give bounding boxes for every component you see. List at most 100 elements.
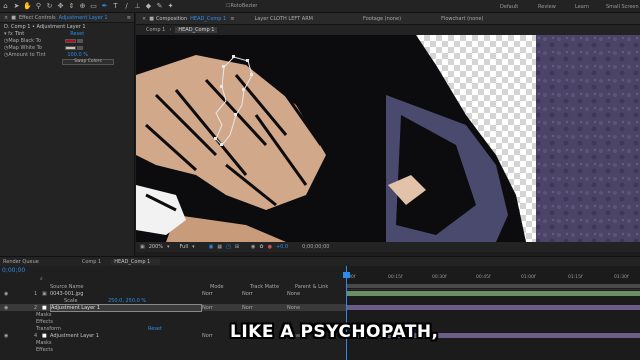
region-icon[interactable]: ▣ <box>209 244 214 250</box>
visibility-icon[interactable]: ◉ <box>4 305 34 311</box>
timeline-tracks[interactable]: 00f 00:15f 00:30f 00:45f 01:00f 01:15f 0… <box>343 266 640 360</box>
menu-icon[interactable]: ≡ <box>127 15 134 21</box>
zoom-tool-icon[interactable]: ⚲ <box>33 1 44 12</box>
workspace-default[interactable]: Default <box>500 4 518 10</box>
menu-icon[interactable]: ≡ <box>230 16 234 22</box>
puppet-tool-icon[interactable]: ✦ <box>165 1 176 12</box>
type-tool-icon[interactable]: T <box>110 1 121 12</box>
amount-value[interactable]: 100.0 % <box>67 52 88 58</box>
footage-tab[interactable]: Footage (none) <box>363 16 401 22</box>
channel-icon[interactable]: ✿ <box>259 244 263 250</box>
roto-brush-icon[interactable]: ✎ <box>154 1 165 12</box>
work-area-bar[interactable] <box>346 284 640 288</box>
lock-icon[interactable]: ■ <box>149 16 156 22</box>
layer-row-selected[interactable]: ◉ 2 ■ Adjustment Layer 1 Norr Norr None <box>0 303 346 312</box>
property-masks[interactable]: Masks <box>36 340 51 346</box>
exposure-value[interactable]: +0.0 <box>276 244 288 250</box>
property-effects[interactable]: Effects <box>36 347 53 353</box>
always-preview-icon[interactable]: ▣ <box>140 244 145 250</box>
dolly-tool-icon[interactable]: ⇕ <box>66 1 77 12</box>
viewer-timecode[interactable]: 0;00;00;00 <box>302 244 329 250</box>
reset-link[interactable]: Reset <box>70 31 84 37</box>
property-row[interactable]: Effects <box>0 346 346 353</box>
col-mode[interactable]: Mode <box>210 284 250 290</box>
parent-dropdown[interactable]: None <box>287 291 300 297</box>
mode-dropdown[interactable]: Norr <box>202 305 242 311</box>
grid-icon[interactable]: ⊞ <box>235 244 239 250</box>
eyedropper-icon[interactable] <box>77 38 84 43</box>
col-parent[interactable]: Parent & Link <box>295 284 328 290</box>
transparency-icon[interactable]: ▦ <box>217 244 222 250</box>
zoom-dropdown[interactable]: 200% <box>149 244 163 250</box>
camera-icon[interactable]: ◉ <box>251 244 255 250</box>
effect-controls-layer[interactable]: Adjustment Layer 1 <box>59 15 108 21</box>
col-source-name[interactable]: Source Name <box>50 284 210 290</box>
visibility-icon[interactable]: ◉ <box>4 291 34 297</box>
layer-tab[interactable]: Layer CLOTH LEFT ARM <box>254 16 313 22</box>
breadcrumb-comp1[interactable]: Comp 1 <box>146 27 165 33</box>
property-transform[interactable]: Transform <box>36 326 148 332</box>
flowchart-tab[interactable]: Flowchart (none) <box>441 16 483 22</box>
selection-tool-icon[interactable]: ➤ <box>11 1 22 12</box>
col-track-matte[interactable]: Track Matte <box>250 284 295 290</box>
visibility-icon[interactable]: ◉ <box>4 333 34 339</box>
mode-dropdown[interactable]: Norr <box>202 291 242 297</box>
close-icon[interactable]: × <box>136 16 149 22</box>
tab-render-queue[interactable]: Render Queue <box>0 259 49 265</box>
composition-viewer[interactable] <box>136 35 640 242</box>
search-icon[interactable]: ⌕ <box>40 276 43 282</box>
eyedropper-icon[interactable] <box>77 45 84 50</box>
tint-effect-row[interactable]: ▾ fx Tint Reset <box>0 30 134 37</box>
color-icon[interactable]: ● <box>268 244 272 250</box>
layer-bar[interactable] <box>346 291 640 296</box>
expand-arrow-icon[interactable]: ▾ fx <box>4 31 13 37</box>
anchor-tool-icon[interactable]: ⊕ <box>77 1 88 12</box>
ruler-label: 01:15f <box>568 275 583 280</box>
composition-canvas[interactable] <box>136 35 640 242</box>
time-ruler[interactable]: 00f 00:15f 00:30f 00:45f 01:00f 01:15f 0… <box>346 266 640 290</box>
composition-tab[interactable]: HEAD_Comp 1 <box>190 16 226 22</box>
pan-tool-icon[interactable]: ✥ <box>55 1 66 12</box>
brush-tool-icon[interactable]: ∕ <box>121 1 132 12</box>
property-masks[interactable]: Masks <box>36 312 51 318</box>
mask-visibility-icon[interactable]: ◳ <box>226 244 231 250</box>
shape-tool-icon[interactable]: ▭ <box>88 1 99 12</box>
orbit-tool-icon[interactable]: ↻ <box>44 1 55 12</box>
layer-name[interactable]: Adjustment Layer 1 <box>50 333 202 339</box>
layer-bar-selected[interactable] <box>346 305 640 310</box>
resolution-dropdown[interactable]: Full <box>180 244 189 250</box>
tab-head-comp[interactable]: HEAD_Comp 1 <box>111 258 161 265</box>
clone-stamp-icon[interactable]: ⊥ <box>132 1 143 12</box>
swap-colors-button[interactable]: Swap Colors <box>62 58 114 65</box>
property-effects[interactable]: Effects <box>36 319 53 325</box>
playhead-handle[interactable] <box>343 272 350 278</box>
chevron-down-icon[interactable]: ▾ <box>192 244 195 250</box>
close-icon[interactable]: × <box>4 15 8 21</box>
eraser-tool-icon[interactable]: ◆ <box>143 1 154 12</box>
current-time[interactable]: 0;00;00 <box>2 267 25 274</box>
map-black-swatch[interactable] <box>65 38 77 43</box>
effect-controls-tab[interactable]: × ■ Effect Controls Adjustment Layer 1 ≡ <box>0 13 134 23</box>
matte-dropdown[interactable]: Norr <box>242 305 287 311</box>
layer-row[interactable]: ◉ 1 ▣ 0043-001.jpg Norr Norr None <box>0 290 346 297</box>
property-row[interactable]: Masks <box>0 311 346 318</box>
breadcrumb-head-comp[interactable]: HEAD_Comp 1 <box>175 27 218 33</box>
parent-dropdown[interactable]: None <box>287 305 300 311</box>
pen-tool-icon[interactable]: ✒ <box>99 1 110 12</box>
map-white-swatch[interactable] <box>65 45 77 50</box>
home-icon[interactable]: ⌂ <box>0 1 11 12</box>
layer-name[interactable]: 0043-001.jpg <box>50 291 202 297</box>
playhead[interactable] <box>346 266 347 360</box>
toolbar: ⌂ ➤ ✋ ⚲ ↻ ✥ ⇕ ⊕ ▭ ✒ T ∕ ⊥ ◆ ✎ ✦ ☐ RotoBe… <box>0 0 640 13</box>
matte-dropdown[interactable]: Norr <box>242 291 287 297</box>
workspace-review[interactable]: Review <box>538 4 556 10</box>
timeline-tabs: Render Queue Comp 1 HEAD_Comp 1 <box>0 256 640 266</box>
hand-tool-icon[interactable]: ✋ <box>22 1 33 12</box>
tab-comp1[interactable]: Comp 1 <box>79 259 111 265</box>
workspace-small-screen[interactable]: Small Screen <box>606 4 639 10</box>
workspace-learn[interactable]: Learn <box>575 4 589 10</box>
footage-icon: ▣ <box>42 290 47 297</box>
chevron-down-icon[interactable]: ▾ <box>167 244 170 250</box>
lock-icon[interactable]: ■ <box>11 15 16 21</box>
transform-reset[interactable]: Reset <box>148 326 162 332</box>
